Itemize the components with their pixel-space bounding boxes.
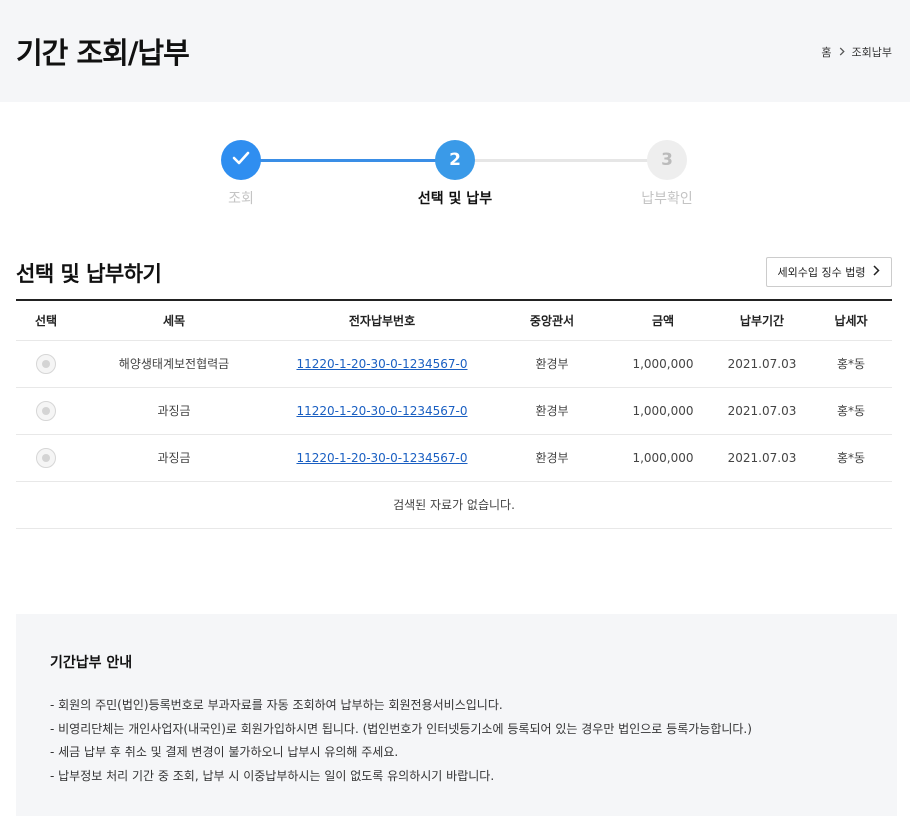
payment-number-link[interactable]: 11220-1-20-30-0-1234567-0: [296, 357, 467, 371]
row-select-radio[interactable]: [36, 400, 56, 421]
step-1-circle: [221, 140, 261, 180]
chevron-right-icon: [838, 46, 846, 59]
notice-item: - 세금 납부 후 취소 및 결제 변경이 불가하오니 납부시 유의해 주세요.: [50, 745, 399, 759]
cell-tax-item: 과징금: [76, 434, 272, 482]
step-1-label: 조회: [228, 191, 254, 207]
table-row: 과징금 11220-1-20-30-0-1234567-0 환경부 1,000,…: [16, 387, 892, 435]
col-payment-number: 전자납부번호: [272, 299, 492, 341]
cell-taxpayer: 홍*동: [810, 387, 892, 435]
check-icon: [232, 150, 250, 170]
col-select: 선택: [16, 299, 76, 341]
notice-title: 기간납부 안내: [50, 655, 133, 671]
notice-panel: 기간납부 안내 - 회원의 주민(법인)등록번호로 부과자료를 자동 조회하여 …: [16, 614, 897, 816]
notice-list: - 회원의 주민(법인)등록번호로 부과자료를 자동 조회하여 납부하는 회원전…: [50, 694, 752, 788]
collection-law-button[interactable]: 세외수입 징수 법령: [766, 257, 892, 287]
chevron-right-icon: [873, 265, 881, 279]
cell-amount: 1,000,000: [612, 434, 714, 482]
step-select-pay: 2 선택 및 납부: [395, 140, 515, 208]
payment-table: 선택 세목 전자납부번호 중앙관서 금액 납부기간 납세자 해양생태계보전협력금…: [16, 299, 892, 529]
cell-taxpayer: 홍*동: [810, 340, 892, 388]
payment-number-link[interactable]: 11220-1-20-30-0-1234567-0: [296, 451, 467, 465]
breadcrumb-current: 조회납부: [851, 46, 892, 59]
progress-stepper: 조회 2 선택 및 납부 3 납부확인: [0, 140, 910, 220]
cell-period: 2021.07.03: [714, 340, 810, 388]
table-row: 과징금 11220-1-20-30-0-1234567-0 환경부 1,000,…: [16, 434, 892, 482]
law-button-label: 세외수입 징수 법령: [777, 266, 866, 279]
breadcrumb: 홈 조회납부: [821, 44, 892, 60]
row-select-radio[interactable]: [36, 353, 56, 374]
cell-amount: 1,000,000: [612, 340, 714, 388]
step-confirm: 3 납부확인: [607, 140, 727, 208]
cell-taxpayer: 홍*동: [810, 434, 892, 482]
cell-agency: 환경부: [492, 387, 612, 435]
col-agency: 중앙관서: [492, 299, 612, 341]
page-title: 기간 조회/납부: [16, 36, 190, 70]
step-3-label: 납부확인: [641, 191, 693, 207]
section-title: 선택 및 납부하기: [16, 262, 162, 286]
empty-message: 검색된 자료가 없습니다.: [16, 481, 892, 529]
table-header-row: 선택 세목 전자납부번호 중앙관서 금액 납부기간 납세자: [16, 299, 892, 341]
row-select-radio[interactable]: [36, 447, 56, 468]
page-header: 기간 조회/납부 홈 조회납부: [0, 0, 910, 102]
notice-item: - 회원의 주민(법인)등록번호로 부과자료를 자동 조회하여 납부하는 회원전…: [50, 698, 503, 712]
cell-period: 2021.07.03: [714, 387, 810, 435]
cell-tax-item: 과징금: [76, 387, 272, 435]
notice-item: - 납부정보 처리 기간 중 조회, 납부 시 이중납부하시는 일이 없도록 유…: [50, 768, 495, 783]
notice-item: - 비영리단체는 개인사업자(내국인)로 회원가입하시면 됩니다. (법인번호가…: [50, 721, 752, 736]
col-taxpayer: 납세자: [810, 299, 892, 341]
step-2-circle: 2: [435, 140, 475, 180]
step-3-circle: 3: [647, 140, 687, 180]
payment-number-link[interactable]: 11220-1-20-30-0-1234567-0: [296, 404, 467, 418]
cell-period: 2021.07.03: [714, 434, 810, 482]
col-period: 납부기간: [714, 299, 810, 341]
table-row: 해양생태계보전협력금 11220-1-20-30-0-1234567-0 환경부…: [16, 340, 892, 388]
empty-row: 검색된 자료가 없습니다.: [16, 481, 892, 529]
step-lookup: 조회: [181, 140, 301, 208]
col-tax-item: 세목: [76, 299, 272, 341]
cell-agency: 환경부: [492, 434, 612, 482]
col-amount: 금액: [612, 299, 714, 341]
breadcrumb-home[interactable]: 홈: [821, 44, 831, 60]
cell-amount: 1,000,000: [612, 387, 714, 435]
cell-tax-item: 해양생태계보전협력금: [76, 340, 272, 388]
cell-agency: 환경부: [492, 340, 612, 388]
step-2-label: 선택 및 납부: [417, 191, 493, 207]
